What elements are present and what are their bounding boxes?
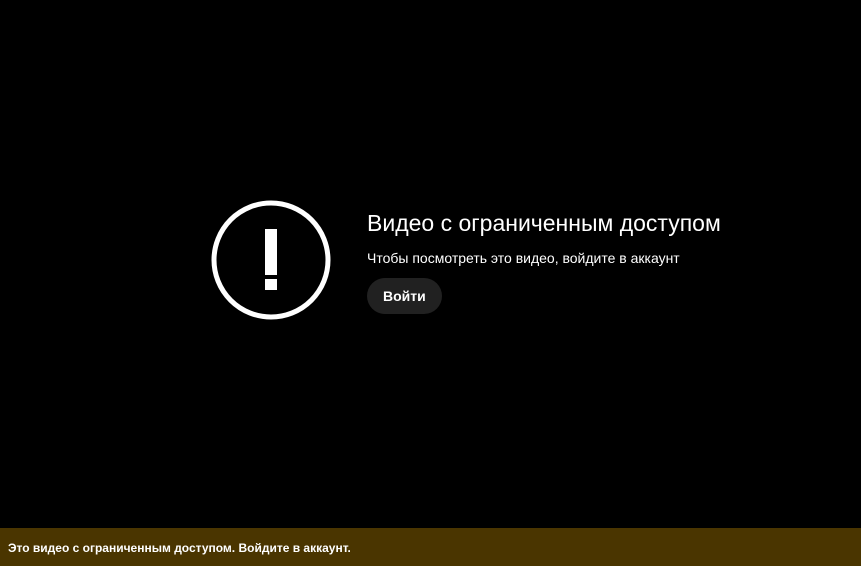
error-subtitle: Чтобы посмотреть это видео, войдите в ак… [367, 250, 680, 266]
error-title: Видео с ограниченным доступом [367, 210, 721, 236]
exclamation-circle-icon [210, 199, 332, 321]
video-player: Видео с ограниченным доступом Чтобы посм… [0, 0, 861, 566]
notice-bar: Это видео с ограниченным доступом. Войди… [0, 528, 861, 566]
error-message: Видео с ограниченным доступом Чтобы посм… [367, 207, 721, 314]
signin-button[interactable]: Войти [367, 278, 442, 314]
